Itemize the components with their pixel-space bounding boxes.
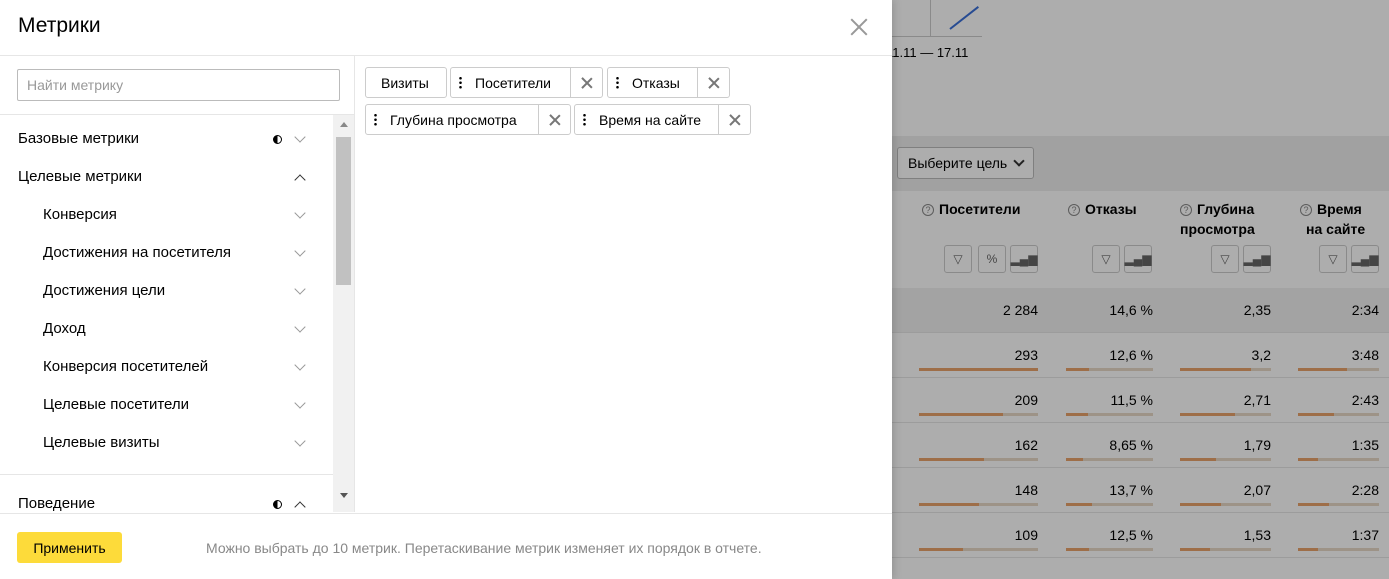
- chevron-down-icon: [294, 359, 306, 371]
- drag-handle-icon[interactable]: [608, 68, 626, 97]
- selected-metric-depth[interactable]: Глубина просмотра: [365, 104, 571, 135]
- scroll-thumb[interactable]: [336, 137, 351, 285]
- metrics-catalog: Базовые метрики Целевые метрики Конверси…: [0, 56, 355, 512]
- chevron-up-icon: [294, 174, 306, 186]
- tree-item-goal-achievements[interactable]: Достижения цели: [0, 272, 333, 310]
- dialog-header: Метрики: [0, 0, 892, 56]
- tree-group-behavior[interactable]: Поведение: [0, 485, 333, 512]
- partial-selection-icon: [273, 500, 282, 509]
- partial-selection-icon: [273, 135, 282, 144]
- tree-group-basic[interactable]: Базовые метрики: [0, 120, 333, 158]
- chevron-down-icon: [294, 321, 306, 333]
- tree-item-target-visitors[interactable]: Целевые посетители: [0, 386, 333, 424]
- tree-item-target-visits[interactable]: Целевые визиты: [0, 424, 333, 462]
- tree-divider: [0, 474, 333, 475]
- tree-item-achievements-per-visitor[interactable]: Достижения на посетителя: [0, 234, 333, 272]
- scroll-up-arrow-icon[interactable]: [340, 122, 348, 127]
- selected-metric-time[interactable]: Время на сайте: [574, 104, 751, 135]
- chevron-down-icon: [294, 435, 306, 447]
- search-bar: [0, 56, 354, 115]
- footer-hint: Можно выбрать до 10 метрик. Перетаскиван…: [206, 540, 762, 556]
- scroll-down-arrow-icon[interactable]: [340, 493, 348, 498]
- chevron-down-icon: [294, 245, 306, 257]
- selected-metric-bounces[interactable]: Отказы: [607, 67, 730, 98]
- metrics-dialog: Метрики Базовые метрики Целевые метрики …: [0, 0, 892, 579]
- dialog-footer: Применить Можно выбрать до 10 метрик. Пе…: [0, 513, 892, 579]
- tree-item-visitor-conversion[interactable]: Конверсия посетителей: [0, 348, 333, 386]
- chevron-down-icon: [294, 283, 306, 295]
- close-icon[interactable]: [849, 16, 869, 36]
- metric-search-input[interactable]: [17, 69, 340, 101]
- drag-handle-icon[interactable]: [366, 105, 384, 134]
- chevron-down-icon: [294, 131, 306, 143]
- dialog-title: Метрики: [18, 14, 101, 37]
- selected-metric-visitors[interactable]: Посетители: [450, 67, 603, 98]
- remove-metric-icon[interactable]: [718, 105, 750, 134]
- remove-metric-icon[interactable]: [697, 68, 729, 97]
- selected-metric-visits[interactable]: Визиты: [365, 67, 447, 98]
- remove-metric-icon[interactable]: [538, 105, 570, 134]
- chevron-down-icon: [294, 207, 306, 219]
- tree-item-conversion[interactable]: Конверсия: [0, 196, 333, 234]
- chevron-down-icon: [294, 397, 306, 409]
- tree-scrollbar[interactable]: [333, 115, 354, 512]
- chevron-up-icon: [294, 501, 306, 512]
- tree-item-revenue[interactable]: Доход: [0, 310, 333, 348]
- metrics-tree: Базовые метрики Целевые метрики Конверси…: [0, 115, 333, 512]
- drag-handle-icon[interactable]: [575, 105, 593, 134]
- tree-group-target[interactable]: Целевые метрики: [0, 158, 333, 196]
- apply-button[interactable]: Применить: [17, 532, 122, 563]
- drag-handle-icon[interactable]: [451, 68, 469, 97]
- selected-metrics-panel: Визиты Посетители Отказы Глубина просмот…: [355, 56, 892, 512]
- remove-metric-icon[interactable]: [570, 68, 602, 97]
